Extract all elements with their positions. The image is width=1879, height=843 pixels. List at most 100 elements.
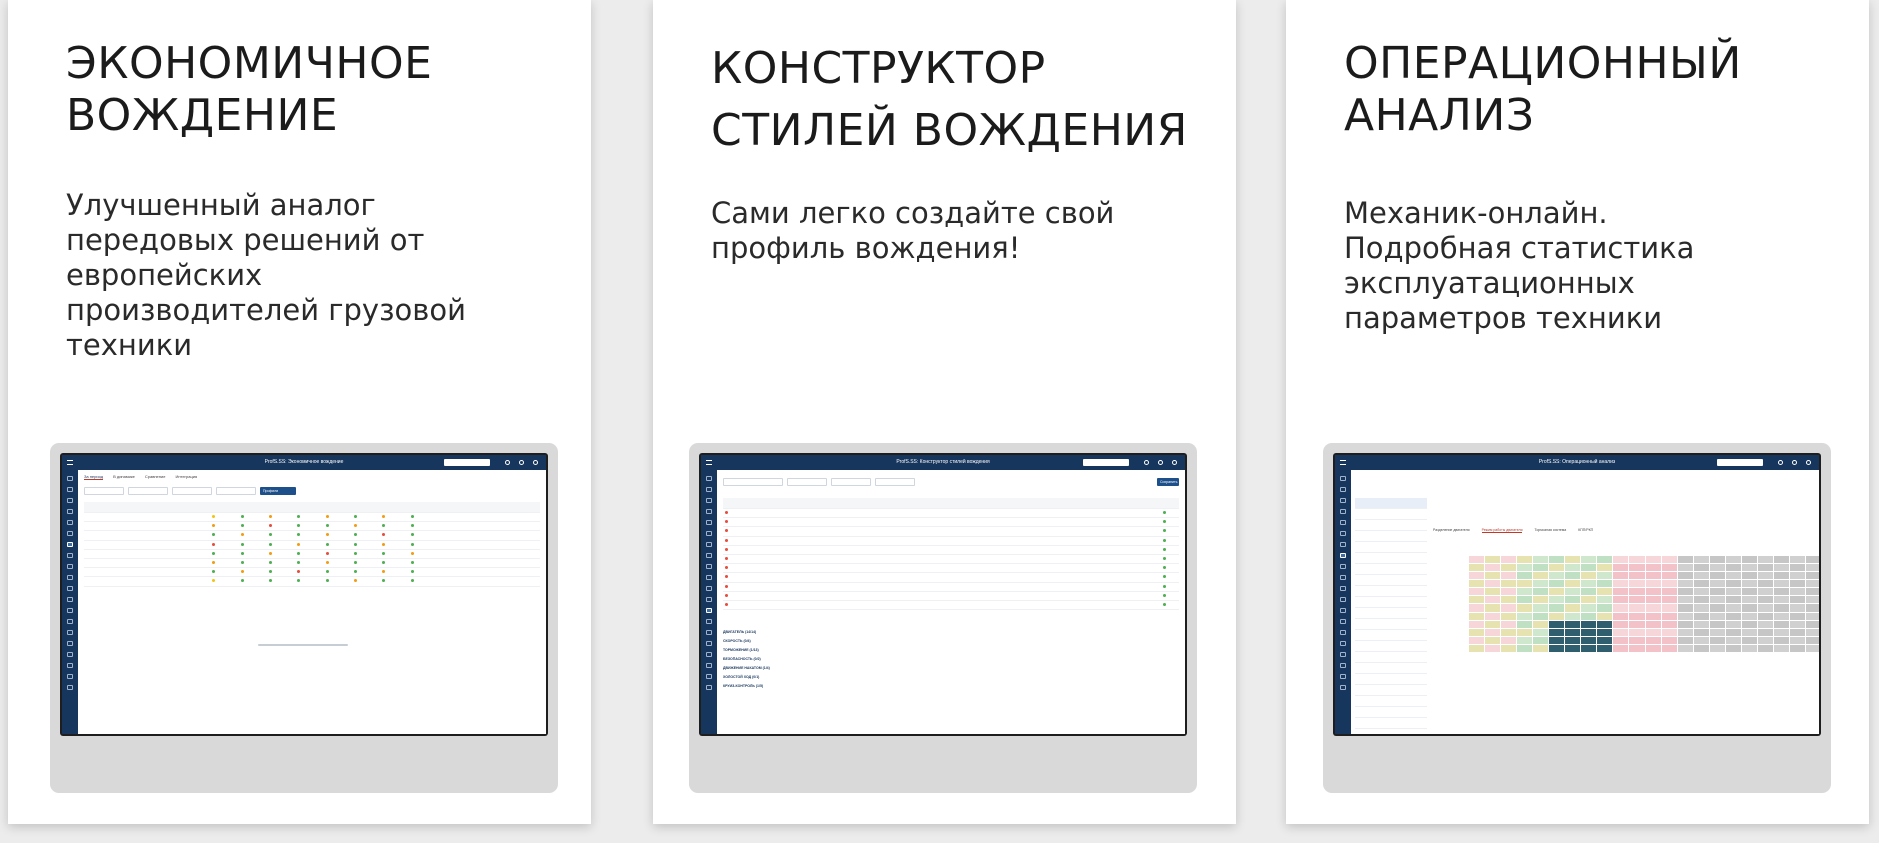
heatmap-cell xyxy=(1533,620,1549,628)
heatmap-cell xyxy=(1581,620,1597,628)
heatmap-cell xyxy=(1741,644,1757,652)
heatmap-cell xyxy=(1645,596,1661,604)
tab: КПП/РКП xyxy=(1578,528,1594,532)
heatmap-cell xyxy=(1485,572,1501,580)
heatmap-cell xyxy=(1805,596,1819,604)
heatmap-cell xyxy=(1725,580,1741,588)
heatmap-cell xyxy=(1789,644,1805,652)
app-content: За период В динамике Сравнение Интеграци… xyxy=(78,470,546,734)
heatmap-cell xyxy=(1469,556,1485,564)
heatmap-cell xyxy=(1533,612,1549,620)
heatmap-cell xyxy=(1581,556,1597,564)
heatmap-cell xyxy=(1549,628,1565,636)
tab: Сравнение xyxy=(144,474,166,479)
heatmap-cell xyxy=(1661,580,1677,588)
heatmap-cell xyxy=(1725,644,1741,652)
heatmap-cell xyxy=(1661,572,1677,580)
heatmap-cell xyxy=(1693,636,1709,644)
heatmap-cell xyxy=(1773,564,1789,572)
heatmap-cell xyxy=(1597,588,1613,596)
heatmap-cell xyxy=(1581,572,1597,580)
heatmap-cell xyxy=(1533,596,1549,604)
heatmap-cell xyxy=(1613,580,1629,588)
card-description: Улучшенный аналог передовых решений от е… xyxy=(66,188,466,362)
heatmap-cell xyxy=(1533,636,1549,644)
filter-bar: Профили вождения xyxy=(84,487,540,500)
heatmap-cell xyxy=(1613,620,1629,628)
tab: Интеграция xyxy=(175,474,198,479)
heatmap-cell xyxy=(1485,612,1501,620)
heatmap-cell xyxy=(1549,564,1565,572)
heatmap-cell xyxy=(1773,556,1789,564)
heatmap-cell xyxy=(1549,604,1565,612)
heatmap-cell xyxy=(1725,612,1741,620)
heatmap-cell xyxy=(1757,620,1773,628)
heatmap-cell xyxy=(1485,588,1501,596)
heatmap-cell xyxy=(1469,604,1485,612)
heatmap-cell xyxy=(1517,636,1533,644)
heatmap-cell xyxy=(1725,556,1741,564)
heatmap-cell xyxy=(1469,636,1485,644)
section-list: ДВИГАТЕЛЬ (14/14) СКОРОСТЬ (0/4) ТОРМОЖЕ… xyxy=(723,630,770,693)
heatmap-cell xyxy=(1597,620,1613,628)
heatmap-cell xyxy=(1597,628,1613,636)
heatmap-cell xyxy=(1789,612,1805,620)
heatmap-cell xyxy=(1805,628,1819,636)
heatmap-cell xyxy=(1693,580,1709,588)
heatmap-cell xyxy=(1789,604,1805,612)
heatmap-cell xyxy=(1693,572,1709,580)
heatmap-cell xyxy=(1757,588,1773,596)
heatmap-cell xyxy=(1549,580,1565,588)
heatmap-cell xyxy=(1693,604,1709,612)
app-screenshot: ProfS.SS: Конструктор стилей вождения Со xyxy=(701,455,1185,734)
heatmap-cell xyxy=(1501,644,1517,652)
heatmap-cell xyxy=(1549,596,1565,604)
heatmap-cell xyxy=(1517,580,1533,588)
heatmap-cell xyxy=(1533,572,1549,580)
heatmap-cell xyxy=(1757,564,1773,572)
heatmap-cell xyxy=(1741,604,1757,612)
app-topbar: ProfS.SS: Операционный анализ xyxy=(1335,455,1819,470)
data-table xyxy=(84,502,540,587)
heatmap-cell xyxy=(1661,556,1677,564)
heatmap-cell xyxy=(1693,628,1709,636)
heatmap-cell xyxy=(1709,580,1725,588)
heatmap-cell xyxy=(1629,604,1645,612)
heatmap-cell xyxy=(1725,572,1741,580)
heatmap-cell xyxy=(1581,564,1597,572)
heatmap-cell xyxy=(1517,572,1533,580)
heatmap-cell xyxy=(1789,572,1805,580)
heatmap-cell xyxy=(1789,588,1805,596)
heatmap-cell xyxy=(1485,564,1501,572)
heatmap-cell xyxy=(1805,572,1819,580)
heatmap-cell xyxy=(1645,620,1661,628)
heatmap-cell xyxy=(1661,612,1677,620)
heatmap-cell xyxy=(1725,620,1741,628)
heatmap-cell xyxy=(1517,556,1533,564)
heatmap-cell xyxy=(1741,588,1757,596)
heatmap-cell xyxy=(1757,580,1773,588)
monitor-mockup: ProfS.SS: Операционный анализ Разделение… xyxy=(1323,443,1831,793)
heatmap-cell xyxy=(1485,604,1501,612)
heatmap-cell xyxy=(1629,620,1645,628)
heatmap-cell xyxy=(1645,604,1661,612)
heatmap-cell xyxy=(1693,564,1709,572)
company-select xyxy=(1717,459,1763,466)
heatmap-cell xyxy=(1741,572,1757,580)
heatmap-cell xyxy=(1501,636,1517,644)
info-icon xyxy=(1144,460,1149,465)
heatmap-cell xyxy=(1581,588,1597,596)
tab: В динамике xyxy=(113,474,135,479)
heatmap-cell xyxy=(1549,556,1565,564)
heatmap-cell xyxy=(1613,596,1629,604)
heatmap-cell xyxy=(1741,580,1757,588)
heatmap-cell xyxy=(1741,556,1757,564)
heatmap-cell xyxy=(1485,596,1501,604)
vehicle-list xyxy=(1355,498,1427,730)
heatmap-cell xyxy=(1773,572,1789,580)
heatmap-cell xyxy=(1533,580,1549,588)
heatmap-cell xyxy=(1533,588,1549,596)
heatmap-cell xyxy=(1565,628,1581,636)
heatmap-cell xyxy=(1789,628,1805,636)
section-item: БЕЗОПАСНОСТЬ (0/2) xyxy=(723,657,761,661)
